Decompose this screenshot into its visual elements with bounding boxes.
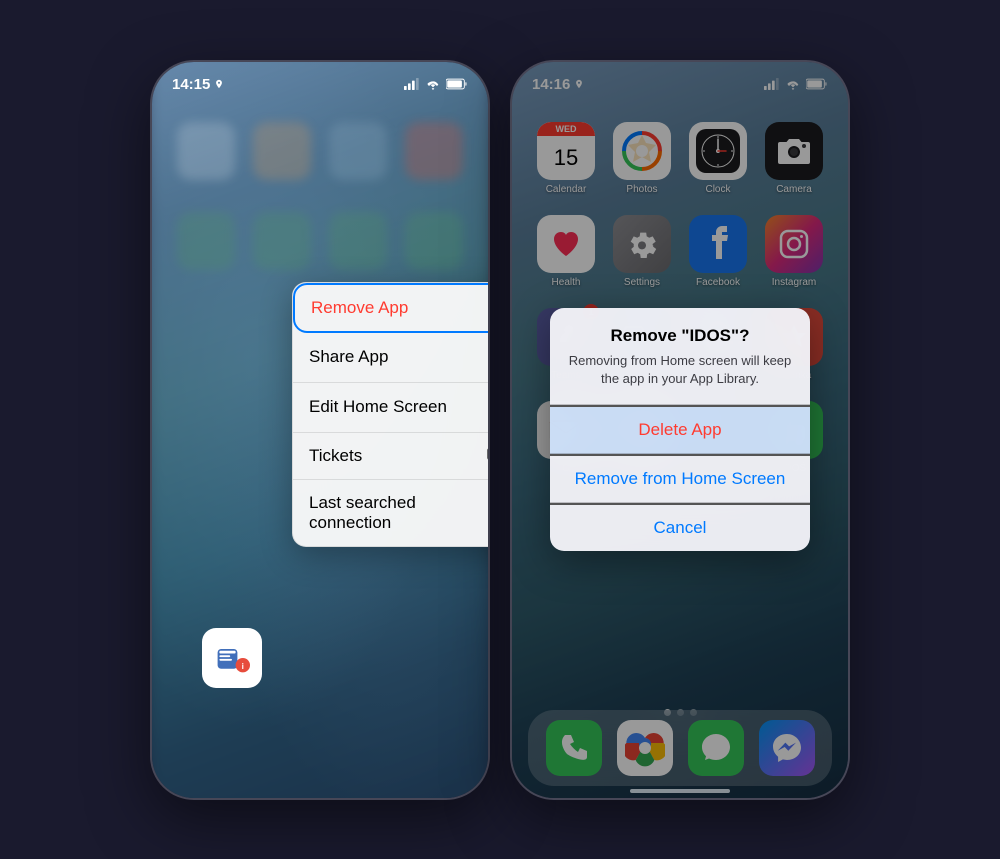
alert-message: Removing from Home screen will keep the … [566, 352, 794, 388]
home-indicator [630, 789, 730, 793]
location-icon [214, 79, 224, 89]
cancel-button[interactable]: Cancel [550, 503, 810, 551]
blurred-bg-icons-mid [152, 212, 488, 270]
svg-text:i: i [242, 661, 244, 670]
phone-1: 14:15 Remove App ⊖ Sh [150, 60, 490, 800]
search-clock-icon [487, 501, 490, 524]
phone1-time: 14:15 [172, 76, 210, 93]
edit-home-screen-button[interactable]: Edit Home Screen [293, 383, 490, 433]
last-searched-button[interactable]: Last searchedconnection [293, 480, 490, 546]
remove-app-button[interactable]: Remove App ⊖ [293, 283, 490, 333]
alert-content: Remove "IDOS"? Removing from Home screen… [550, 308, 810, 404]
phone1-status-icons [404, 78, 468, 90]
alert-dialog: Remove "IDOS"? Removing from Home screen… [550, 308, 810, 551]
context-menu: Remove App ⊖ Share App Edit Home Screen … [292, 282, 490, 547]
share-icon [487, 346, 490, 369]
share-app-label: Share App [309, 347, 388, 367]
alert-overlay: Remove "IDOS"? Removing from Home screen… [512, 62, 848, 798]
remove-app-label: Remove App [311, 298, 408, 318]
delete-app-button[interactable]: Delete App [550, 405, 810, 454]
battery-icon [446, 78, 468, 90]
blurred-bg-icons-top [152, 122, 488, 180]
tickets-button[interactable]: Tickets [293, 433, 490, 480]
share-app-button[interactable]: Share App [293, 333, 490, 383]
phone1-status-bar: 14:15 [152, 76, 488, 93]
phone-screen-icon [489, 396, 490, 419]
alert-buttons: Delete App Remove from Home Screen Cance… [550, 404, 810, 551]
wifi-icon [425, 78, 441, 90]
idos-app-icon[interactable]: i [202, 628, 262, 688]
minus-circle-icon: ⊖ [489, 298, 490, 318]
ticket-icon [487, 446, 490, 466]
signal-icon [404, 78, 420, 90]
tickets-label: Tickets [309, 446, 362, 466]
remove-from-home-button[interactable]: Remove from Home Screen [550, 454, 810, 503]
edit-home-screen-label: Edit Home Screen [309, 397, 447, 417]
phone-2: 14:16 WED [510, 60, 850, 800]
last-searched-label: Last searchedconnection [309, 493, 416, 533]
alert-title: Remove "IDOS"? [566, 326, 794, 346]
